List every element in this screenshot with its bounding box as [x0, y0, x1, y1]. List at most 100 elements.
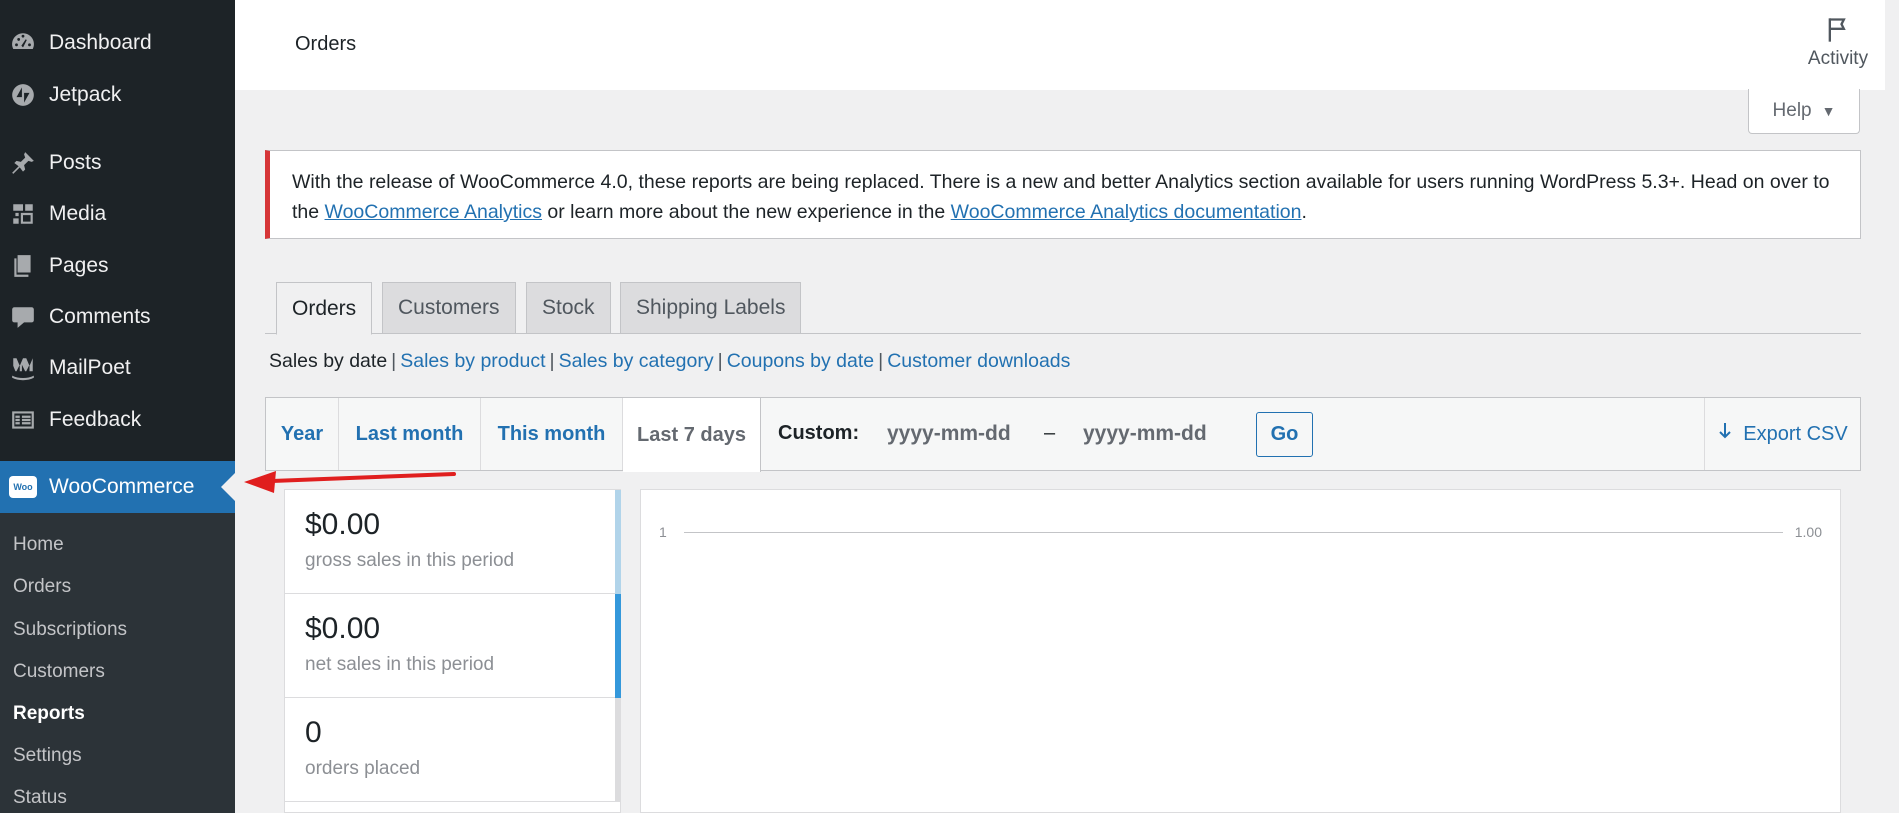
scrollbar[interactable] [1885, 0, 1899, 813]
tab-shipping-labels[interactable]: Shipping Labels [620, 282, 802, 334]
chart-legend: $0.00 gross sales in this period $0.00 n… [284, 489, 621, 813]
subnav-link-sales-by-product[interactable]: Sales by product [400, 350, 545, 373]
subnav-link-coupons-by-date[interactable]: Coupons by date [727, 350, 874, 373]
menu-item-pages[interactable]: Pages [0, 245, 235, 287]
activity-label: Activity [1807, 48, 1869, 69]
legend-desc: gross sales in this period [305, 550, 515, 571]
menu-label: Jetpack [49, 83, 122, 106]
woocommerce-submenu: Home Orders Subscriptions Customers Repo… [0, 513, 235, 813]
export-csv-button[interactable]: Export CSV [1704, 398, 1860, 470]
subnav-separator: | [549, 350, 555, 372]
flag-icon [1828, 18, 1846, 42]
go-label: Go [1270, 423, 1299, 445]
date-range-dash: – [1044, 422, 1056, 444]
woocommerce-icon: Woo [8, 472, 38, 502]
menu-item-comments[interactable]: Comments [0, 296, 235, 338]
start-date-input[interactable]: yyyy-mm-dd [887, 412, 1017, 456]
subnav-link-sales-by-category[interactable]: Sales by category [559, 350, 714, 373]
date-range-bar: Year Last month This month Last 7 days C… [265, 397, 1861, 472]
submenu-item-subscriptions[interactable]: Subscriptions [13, 619, 127, 641]
tab-label: Customers [398, 296, 500, 319]
legend-card-net-sales[interactable]: $0.00 net sales in this period [285, 594, 621, 698]
y-axis-right-label: 1.00 [1794, 524, 1822, 540]
menu-label: Media [49, 202, 107, 225]
legend-card-gross-sales[interactable]: $0.00 gross sales in this period [285, 490, 621, 594]
pages-icon [8, 251, 38, 281]
activity-button[interactable]: Activity [1803, 16, 1873, 70]
subnav-link-customer-downloads[interactable]: Customer downloads [887, 350, 1070, 373]
woocommerce-badge: Woo [9, 476, 37, 498]
export-label: Export CSV [1743, 422, 1848, 445]
menu-label: MailPoet [49, 356, 131, 379]
submenu-item-home[interactable]: Home [13, 534, 64, 556]
menu-label: WooCommerce [49, 475, 195, 498]
menu-item-media[interactable]: Media [0, 193, 235, 235]
annotation-arrow [244, 471, 456, 493]
page-title: Orders [295, 33, 357, 55]
sales-chart: 1 1.00 [640, 489, 1841, 813]
pin-icon [8, 148, 38, 178]
menu-label: Comments [49, 305, 151, 328]
tab-label: Orders [292, 296, 357, 320]
subnav-separator: | [878, 350, 884, 372]
submenu-item-settings[interactable]: Settings [13, 745, 82, 767]
menu-item-feedback[interactable]: Feedback [0, 399, 235, 441]
menu-item-jetpack[interactable]: Jetpack [0, 74, 235, 116]
menu-item-posts[interactable]: Posts [0, 142, 235, 184]
range-last-7-days[interactable]: Last 7 days [623, 398, 761, 472]
legend-amount: $0.00 [305, 612, 381, 645]
range-last-month[interactable]: Last month [339, 398, 481, 470]
active-menu-pointer [221, 473, 235, 501]
series-color-bar [615, 698, 621, 802]
series-color-bar [615, 594, 621, 698]
submenu-item-status[interactable]: Status [13, 787, 67, 809]
dashboard-icon [8, 28, 38, 58]
admin-sidebar: Dashboard Jetpack Posts Media Pages Comm… [0, 0, 235, 813]
legend-card-orders-placed[interactable]: 0 orders placed [285, 698, 621, 802]
arrow-down-icon [1717, 421, 1733, 447]
y-axis-left-label: 1 [659, 524, 667, 540]
notice-text: . [1301, 201, 1307, 223]
menu-label: Dashboard [49, 31, 152, 54]
subnav-current-sales-by-date: Sales by date [269, 350, 388, 372]
menu-label: Posts [49, 151, 102, 174]
analytics-notice: With the release of WooCommerce 4.0, the… [265, 150, 1861, 239]
tab-orders[interactable]: Orders [276, 282, 373, 335]
range-label: Last month [355, 422, 464, 445]
end-date-input[interactable]: yyyy-mm-dd [1083, 412, 1213, 456]
subnav-separator: | [717, 350, 723, 372]
analytics-documentation-link[interactable]: WooCommerce Analytics documentation [951, 201, 1302, 223]
chart-gridline [684, 532, 1783, 533]
series-color-bar [615, 490, 621, 594]
comment-icon [8, 302, 38, 332]
notice-text: or learn more about the new experience i… [542, 201, 951, 223]
range-label: Year [280, 422, 324, 445]
range-this-month[interactable]: This month [481, 398, 623, 470]
menu-label: Pages [49, 254, 109, 277]
menu-item-mailpoet[interactable]: MailPoet [0, 347, 235, 389]
submenu-item-customers[interactable]: Customers [13, 661, 105, 683]
tab-stock[interactable]: Stock [526, 282, 611, 334]
menu-label: Feedback [49, 408, 142, 431]
menu-item-dashboard[interactable]: Dashboard [0, 22, 235, 64]
tab-label: Stock [542, 296, 595, 319]
submenu-item-orders[interactable]: Orders [13, 576, 71, 598]
custom-range-label: Custom: [778, 422, 860, 444]
legend-desc: orders placed [305, 758, 421, 779]
go-button[interactable]: Go [1256, 412, 1313, 457]
range-label: This month [497, 422, 606, 445]
tab-customers[interactable]: Customers [382, 282, 516, 334]
page-header: Orders Activity [235, 0, 1899, 90]
tab-label: Shipping Labels [636, 296, 786, 319]
menu-item-woocommerce[interactable]: Woo WooCommerce [0, 461, 235, 513]
report-subnav: Sales by date | Sales by product | Sales… [269, 350, 1070, 373]
range-year[interactable]: Year [266, 398, 339, 470]
submenu-item-reports[interactable]: Reports [13, 703, 85, 725]
legend-amount: $0.00 [305, 508, 381, 541]
woocommerce-analytics-link[interactable]: WooCommerce Analytics [325, 201, 542, 223]
mailpoet-icon [8, 353, 38, 383]
legend-desc: net sales in this period [305, 654, 495, 675]
legend-amount: 0 [305, 716, 322, 749]
help-button[interactable]: Help ▼ [1748, 89, 1860, 134]
help-label: Help [1772, 100, 1812, 121]
